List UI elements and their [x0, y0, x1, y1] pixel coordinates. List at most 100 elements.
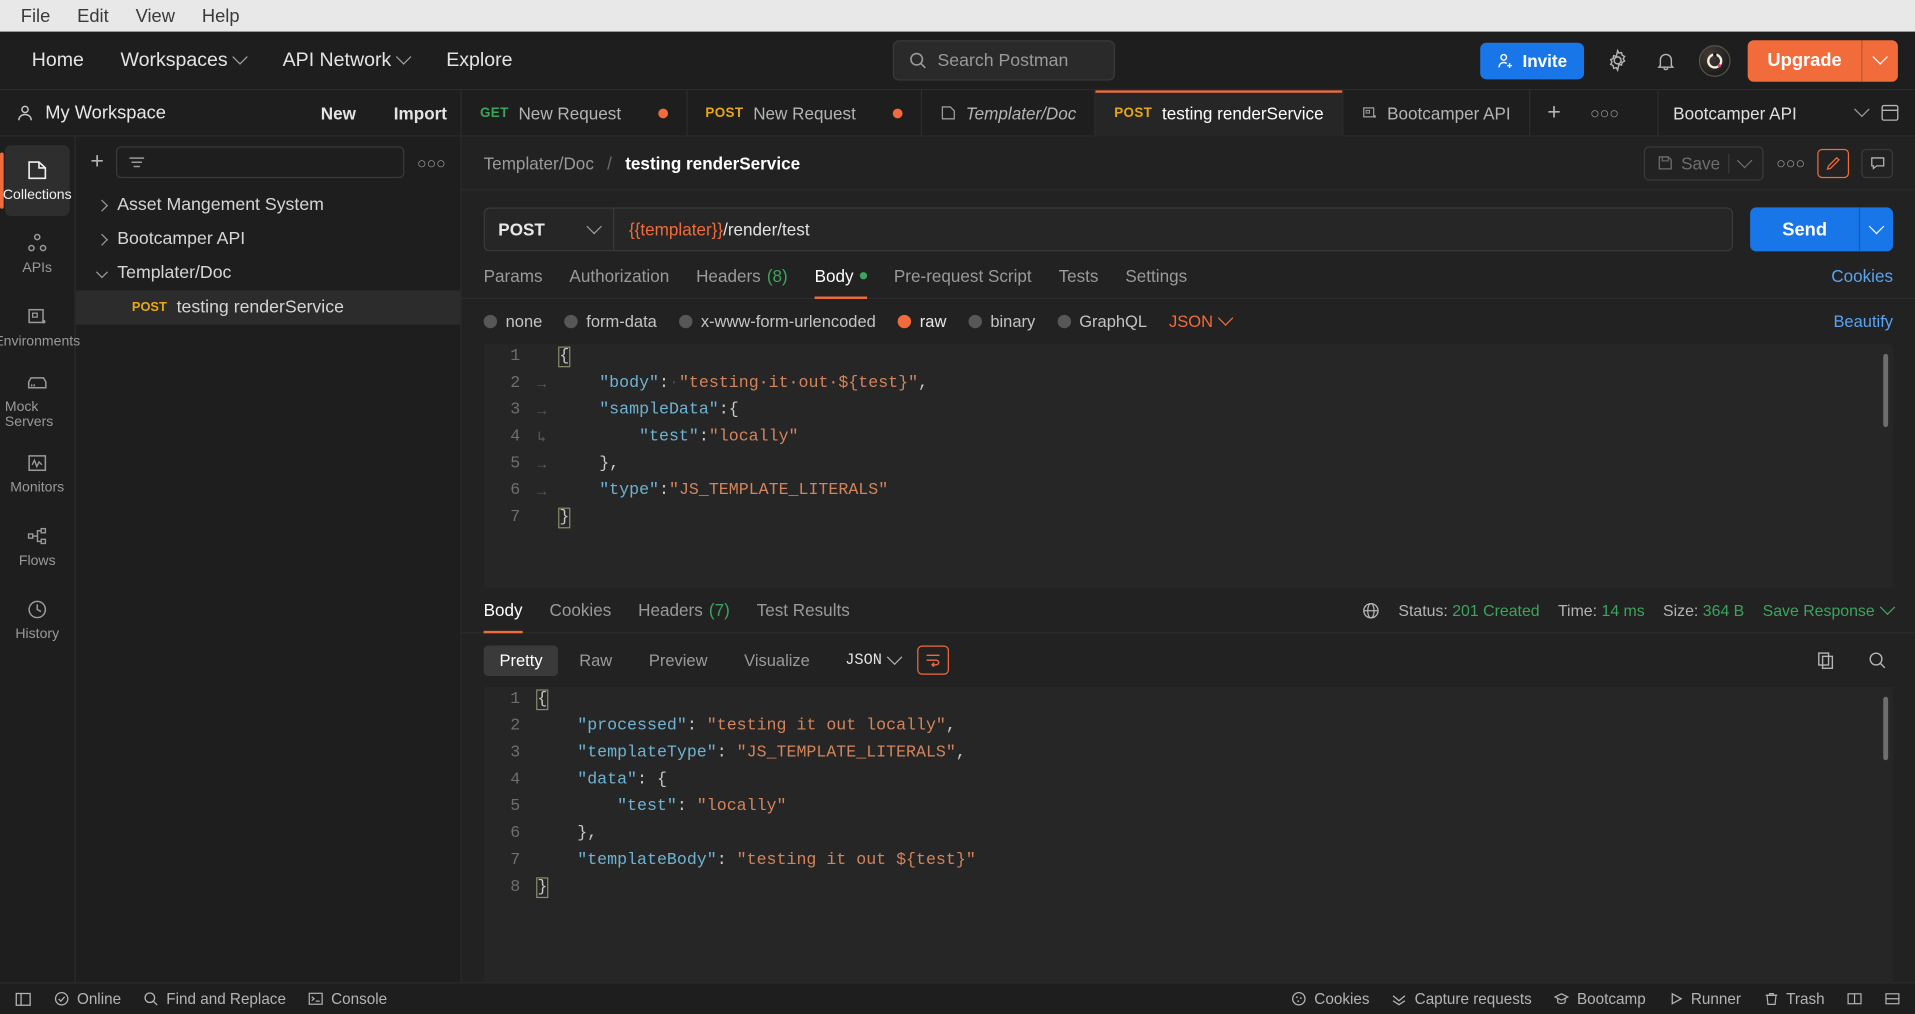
code-text[interactable]: }: [537, 875, 547, 902]
nav-home[interactable]: Home: [17, 41, 98, 80]
find-and-replace-button[interactable]: Find and Replace: [143, 990, 286, 1007]
body-type-graphql[interactable]: GraphQL: [1057, 312, 1147, 330]
save-button[interactable]: Save: [1643, 146, 1764, 180]
tab-testing-render-service[interactable]: POST testing renderService: [1096, 90, 1343, 136]
save-response-button[interactable]: Save Response: [1763, 602, 1893, 620]
tab-headers[interactable]: Headers (8): [696, 266, 788, 298]
tab-params[interactable]: Params: [484, 266, 543, 298]
editor-scrollbar[interactable]: [1883, 697, 1888, 760]
menu-file[interactable]: File: [7, 2, 63, 30]
response-tab-cookies[interactable]: Cookies: [549, 600, 611, 632]
tree-item-bootcamper-api[interactable]: Bootcamper API: [76, 222, 461, 256]
code-text[interactable]: "body":·"testing·it·out·${test}",: [559, 371, 928, 398]
user-avatar[interactable]: [1699, 45, 1731, 77]
breadcrumb-parent[interactable]: Templater/Doc: [484, 153, 594, 173]
request-documentation-button[interactable]: [1861, 148, 1893, 177]
sidebar-item-collections[interactable]: Collections: [5, 145, 70, 216]
cookies-link[interactable]: Cookies: [1831, 266, 1893, 298]
sidebar-more-menu[interactable]: ○○○: [417, 153, 446, 171]
code-text[interactable]: {: [537, 687, 547, 714]
sidebar-item-flows[interactable]: Flows: [5, 511, 70, 582]
response-body-editor[interactable]: 1{2 "processed": "testing it out locally…: [484, 687, 1893, 982]
body-type-form-data[interactable]: form-data: [564, 312, 657, 330]
response-tab-body[interactable]: Body: [484, 600, 523, 632]
copy-icon[interactable]: [1810, 644, 1842, 676]
workspace-selector[interactable]: My Workspace New Import: [0, 90, 462, 136]
capture-requests-button[interactable]: Capture requests: [1391, 990, 1531, 1007]
bootcamp-button[interactable]: Bootcamp: [1554, 990, 1646, 1007]
new-button[interactable]: New: [307, 97, 369, 129]
send-dropdown-toggle[interactable]: [1860, 224, 1893, 235]
code-text[interactable]: "test": "locally": [537, 794, 786, 821]
code-text[interactable]: }: [559, 505, 569, 532]
two-pane-layout-button[interactable]: [1847, 991, 1863, 1007]
tab-settings[interactable]: Settings: [1125, 266, 1187, 298]
response-format-select[interactable]: JSON: [845, 652, 900, 669]
upgrade-button[interactable]: Upgrade: [1748, 40, 1898, 81]
tab-body[interactable]: Body: [815, 266, 867, 298]
wrap-lines-button[interactable]: [917, 645, 949, 674]
code-text[interactable]: "type":"JS_TEMPLATE_LITERALS": [559, 478, 888, 505]
menu-view[interactable]: View: [122, 2, 188, 30]
tab-overflow-menu[interactable]: ○○○: [1578, 90, 1631, 136]
tab-authorization[interactable]: Authorization: [569, 266, 669, 298]
request-body-editor[interactable]: 1{2→ "body":·"testing·it·out·${test}",3→…: [484, 344, 1893, 588]
notification-bell-icon[interactable]: [1650, 45, 1682, 77]
body-type-x-www-form-urlencoded[interactable]: x-www-form-urlencoded: [679, 312, 876, 330]
response-view-preview[interactable]: Preview: [633, 645, 723, 676]
add-collection-button[interactable]: +: [90, 149, 104, 176]
send-button[interactable]: Send: [1751, 207, 1894, 251]
menu-help[interactable]: Help: [188, 2, 253, 30]
tab-new-request-post[interactable]: POST New Request: [687, 90, 922, 136]
code-text[interactable]: },: [559, 451, 619, 478]
sidebar-item-history[interactable]: History: [5, 584, 70, 655]
response-tab-headers[interactable]: Headers (7): [638, 600, 730, 632]
code-text[interactable]: {: [559, 344, 569, 371]
tab-new-request-get[interactable]: GET New Request: [462, 90, 687, 136]
code-text[interactable]: "templateBody": "testing it out ${test}": [537, 848, 975, 875]
trash-button[interactable]: Trash: [1763, 990, 1825, 1007]
sidebar-item-mock-servers[interactable]: Mock Servers: [5, 365, 70, 436]
body-format-select[interactable]: JSON: [1169, 312, 1231, 330]
environment-selector[interactable]: Bootcamper API: [1657, 90, 1915, 136]
code-text[interactable]: "sampleData":{: [559, 398, 738, 425]
beautify-button[interactable]: Beautify: [1833, 312, 1893, 330]
tab-pre-request-script[interactable]: Pre-request Script: [894, 266, 1032, 298]
tab-bootcamper-api[interactable]: Bootcamper API: [1343, 90, 1530, 136]
http-method-select[interactable]: POST: [484, 207, 613, 251]
online-status[interactable]: Online: [54, 990, 121, 1007]
response-view-pretty[interactable]: Pretty: [484, 645, 559, 676]
url-input[interactable]: {{templater}}/render/test: [613, 207, 1733, 251]
code-text[interactable]: "templateType": "JS_TEMPLATE_LITERALS",: [537, 741, 965, 768]
sidebar-item-apis[interactable]: APIs: [5, 218, 70, 289]
nav-workspaces[interactable]: Workspaces: [106, 41, 261, 80]
body-type-none[interactable]: none: [484, 312, 543, 330]
tab-templater-doc[interactable]: Templater/Doc: [922, 90, 1096, 136]
settings-gear-icon[interactable]: [1601, 45, 1633, 77]
tree-item-asset-mangement-system[interactable]: Asset Mangement System: [76, 188, 461, 222]
tree-item-templater-doc[interactable]: Templater/Doc: [76, 256, 461, 290]
environment-quicklook-icon[interactable]: [1880, 102, 1901, 123]
new-tab-button[interactable]: +: [1530, 90, 1578, 136]
sidebar-item-environments[interactable]: Environments: [5, 292, 70, 363]
code-text[interactable]: },: [537, 821, 597, 848]
editor-scrollbar[interactable]: [1883, 354, 1888, 427]
tree-item-testing-render-service[interactable]: POST testing renderService: [76, 290, 461, 324]
code-text[interactable]: "processed": "testing it out locally",: [537, 714, 956, 741]
body-type-raw[interactable]: raw: [898, 312, 947, 330]
save-dropdown-toggle[interactable]: [1729, 153, 1751, 173]
edit-request-button[interactable]: [1817, 148, 1849, 177]
body-type-binary[interactable]: binary: [968, 312, 1035, 330]
response-view-visualize[interactable]: Visualize: [728, 645, 825, 676]
runner-button[interactable]: Runner: [1668, 990, 1741, 1007]
tab-tests[interactable]: Tests: [1059, 266, 1099, 298]
code-text[interactable]: "test":"locally": [559, 425, 798, 452]
request-more-menu[interactable]: ○○○: [1776, 154, 1805, 172]
menu-edit[interactable]: Edit: [64, 2, 122, 30]
single-pane-layout-button[interactable]: [1884, 991, 1900, 1007]
nav-api-network[interactable]: API Network: [268, 41, 424, 80]
nav-explore[interactable]: Explore: [432, 41, 528, 80]
sidebar-filter-input[interactable]: [116, 146, 405, 178]
cookies-button[interactable]: Cookies: [1291, 990, 1369, 1007]
console-button[interactable]: Console: [308, 990, 387, 1007]
